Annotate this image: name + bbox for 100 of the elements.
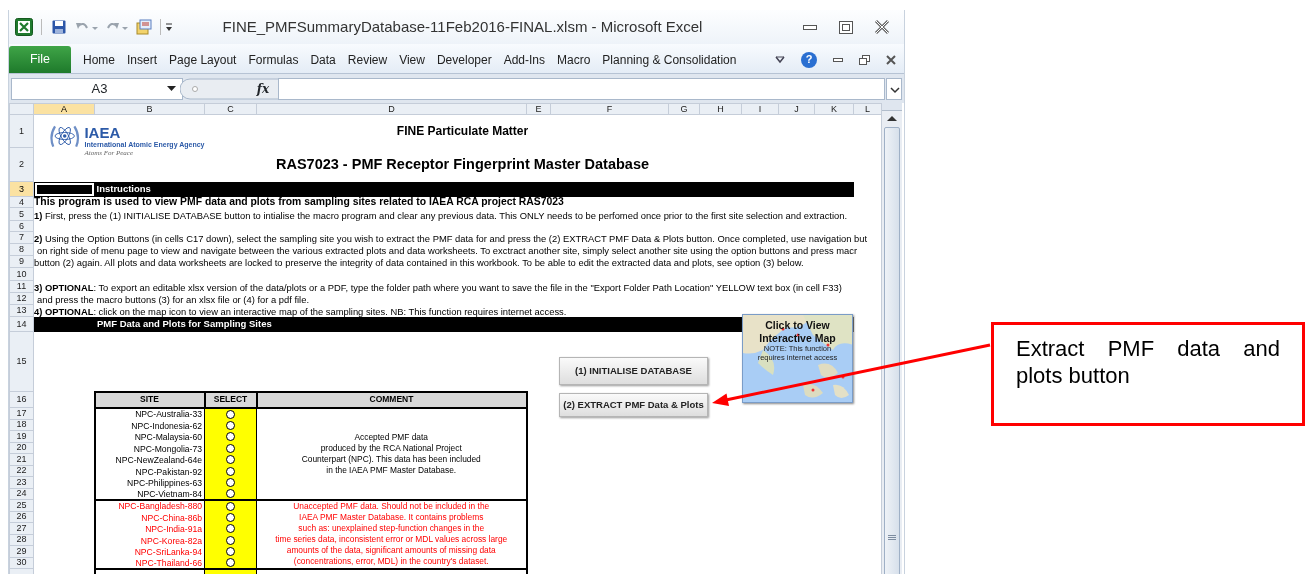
instruction-text: 3) OPTIONAL: To export an editable xlsx version of the data/plots or a PDF, type the folder path where you want to save the file in the "Export Folder Path Location" YELLOW text box (in cell F33) bbox=[34, 282, 842, 294]
row-header[interactable]: 28 bbox=[9, 534, 34, 546]
row-header[interactable]: 1 bbox=[9, 114, 34, 148]
row-header[interactable]: 30 bbox=[9, 557, 34, 569]
site-name: NPC-Mongolia-73 bbox=[133, 443, 202, 454]
scrollbar-thumb[interactable] bbox=[884, 127, 900, 574]
column-header[interactable]: H bbox=[699, 103, 742, 115]
radio-button[interactable] bbox=[226, 466, 235, 476]
column-heading: SITE bbox=[94, 391, 205, 408]
column-header[interactable]: J bbox=[778, 103, 815, 115]
column-header[interactable]: K bbox=[814, 103, 854, 115]
comment-text: Accepted PMF data produced by the RCA National Project Counterpart (NPC). This data has been included in the IAEA PMF Master Database. bbox=[301, 431, 481, 476]
sheet-title: FINE Particulate Matter bbox=[396, 124, 529, 139]
row-header[interactable]: 6 bbox=[9, 220, 34, 232]
splitter-handle-icon[interactable] bbox=[180, 78, 280, 100]
column-header[interactable]: B bbox=[94, 103, 205, 115]
ribbon-tab[interactable]: Developer bbox=[432, 50, 496, 69]
dropdown-arrow-icon[interactable] bbox=[167, 86, 176, 92]
radio-button[interactable] bbox=[226, 524, 235, 534]
clipboard-icon[interactable] bbox=[136, 19, 152, 35]
minimize-icon[interactable] bbox=[833, 57, 843, 62]
customize-icon[interactable] bbox=[165, 22, 173, 32]
instruction-text: 1) First, press the (1) INITIALISE DATABASE button to intialise the macro program and clear any previous data. This ONLY needs to be perfomed once prior to the first site selection and extraction. bbox=[34, 210, 848, 222]
radio-button[interactable] bbox=[226, 501, 235, 511]
file-tab[interactable]: File bbox=[9, 46, 71, 73]
column-header[interactable]: F bbox=[550, 103, 669, 115]
site-name: NPC-Indonesia-62 bbox=[131, 420, 202, 431]
radio-button[interactable] bbox=[226, 432, 235, 442]
row-header[interactable]: 24 bbox=[9, 488, 34, 500]
row-header[interactable]: 26 bbox=[9, 511, 34, 523]
active-cell[interactable] bbox=[33, 181, 95, 197]
column-header[interactable]: A bbox=[33, 103, 95, 115]
column-header[interactable]: E bbox=[526, 103, 551, 115]
site-name: NPC-Vietnam-84 bbox=[137, 488, 202, 499]
logo-name: IAEA bbox=[84, 125, 122, 141]
formula-input[interactable] bbox=[278, 78, 885, 100]
minimize-icon[interactable] bbox=[803, 24, 817, 30]
row-header[interactable]: 20 bbox=[9, 442, 34, 454]
column-header[interactable]: I bbox=[741, 103, 779, 115]
expand-icon[interactable] bbox=[886, 78, 902, 100]
ribbon-tab[interactable]: Formulas bbox=[244, 50, 303, 69]
column-heading: COMMENT bbox=[256, 391, 527, 408]
column-header[interactable]: G bbox=[668, 103, 700, 115]
row-header[interactable]: 15 bbox=[9, 331, 34, 392]
sheet-subtitle: RAS7023 - PMF Receptor Fingerprint Master Database bbox=[275, 156, 650, 173]
ribbon-tab[interactable]: Insert bbox=[123, 50, 162, 69]
close-icon[interactable] bbox=[874, 19, 890, 35]
ribbon-tab[interactable]: Macro bbox=[553, 50, 595, 69]
site-name: NPC-China-86b bbox=[141, 512, 202, 523]
instruction-text: and press the macro buttons (3) for an xlsx file or (4) for a pdf file. bbox=[36, 294, 309, 306]
site-name: NPC-Korea-82a bbox=[140, 535, 202, 546]
save-icon[interactable] bbox=[52, 20, 66, 34]
name-box[interactable]: A3 bbox=[11, 78, 183, 100]
column-header[interactable]: C bbox=[204, 103, 257, 115]
site-name: NPC-Philippines-63 bbox=[127, 478, 202, 489]
window-title: FINE_PMFSummaryDatabase-11Feb2016-FINAL.xlsm - Microsoft Excel bbox=[221, 16, 704, 37]
ribbon-tab[interactable]: View bbox=[395, 50, 429, 69]
ribbon-tab[interactable]: Add-Ins bbox=[499, 50, 549, 69]
radio-button[interactable] bbox=[226, 547, 235, 557]
ribbon-tab[interactable]: Review bbox=[343, 50, 392, 69]
row-header[interactable]: 2 bbox=[9, 147, 34, 182]
column-heading: SELECT bbox=[204, 391, 257, 408]
extract-button[interactable]: (2) EXTRACT PMF Data & Plots bbox=[559, 393, 708, 417]
instruction-text: 2) Using the Option Buttons (in cells C17 down), select the sampling site you wish to extract the PMF data for and press the (2) EXTRACT PMF Data & Plots button. Once completed, use navigation but bbox=[34, 233, 868, 245]
site-name: NPC-Bangladesh-880 bbox=[118, 501, 202, 512]
section-header-bar: Instructions bbox=[94, 181, 854, 197]
site-name: NPC-Thailand-66 bbox=[135, 557, 202, 568]
maximize-icon[interactable] bbox=[839, 20, 853, 34]
radio-button[interactable] bbox=[226, 535, 235, 545]
ribbon-tab[interactable]: Data bbox=[306, 50, 340, 69]
column-header[interactable]: L bbox=[853, 103, 881, 115]
radio-button[interactable] bbox=[226, 489, 235, 499]
chevron-icon[interactable] bbox=[775, 55, 785, 64]
row-header[interactable]: 18 bbox=[9, 419, 34, 431]
instruction-text: 4) OPTIONAL: click on the map icon to view an interactive map of the sampling sites. NB: This function requires internet access. bbox=[34, 306, 567, 318]
site-name: NPC-Malaysia-60 bbox=[134, 432, 202, 443]
radio-button[interactable] bbox=[226, 420, 235, 430]
help-icon[interactable]: ? bbox=[801, 51, 817, 68]
row-header[interactable]: 22 bbox=[9, 465, 34, 477]
radio-button[interactable] bbox=[226, 455, 235, 465]
row-header[interactable]: 4 bbox=[9, 196, 34, 208]
radio-button[interactable] bbox=[226, 558, 235, 568]
site-name: NPC-Pakistan-92 bbox=[135, 466, 202, 477]
site-name: NPC-India-91a bbox=[145, 524, 202, 535]
radio-button[interactable] bbox=[226, 478, 235, 488]
excel-icon[interactable] bbox=[15, 18, 33, 36]
radio-button[interactable] bbox=[226, 409, 235, 419]
ribbon-tab[interactable]: Home bbox=[79, 50, 119, 69]
site-name: NPC-NewZealand-64e bbox=[115, 455, 202, 466]
instruction-text: on right side of menu page to view and navigate between the various extracted plots and data worksheets. To exctract another site, simply select another site using the option buttons and press macr bbox=[36, 245, 858, 257]
radio-button[interactable] bbox=[226, 443, 235, 453]
radio-button[interactable] bbox=[226, 512, 235, 522]
instruction-text: button (2) again. All plots and data worksheets are locked to preserve the integrity of data contained in this workbook. To be able to edit the extracted data and plots, see option (3) below. bbox=[34, 257, 804, 269]
initialise-button[interactable]: (1) INITIALISE DATABASE bbox=[559, 357, 708, 385]
column-header[interactable]: D bbox=[256, 103, 527, 115]
ribbon-tab[interactable]: Planning & Consolidation bbox=[598, 50, 741, 69]
close-icon[interactable] bbox=[886, 54, 896, 65]
ribbon-tab[interactable]: Page Layout bbox=[165, 50, 241, 69]
instruction-text: This program is used to view PMF data and plots from sampling sites related to IAEA RCA project RAS7023 bbox=[34, 196, 564, 208]
restore-icon[interactable] bbox=[859, 54, 870, 65]
